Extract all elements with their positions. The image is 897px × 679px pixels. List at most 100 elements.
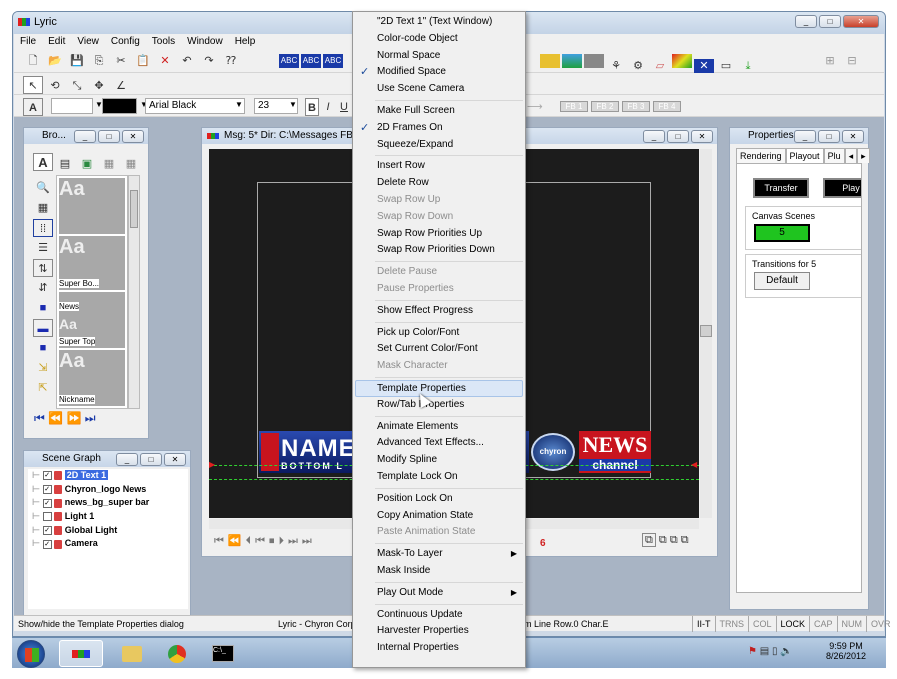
italic-button[interactable]: I (321, 98, 335, 116)
menu-item[interactable]: Swap Row Priorities Down (353, 242, 525, 259)
font-size-dropdown-icon[interactable]: ▼ (289, 100, 297, 109)
medium-square-icon[interactable]: ▬ (33, 319, 53, 337)
visibility-checkbox[interactable]: ✓ (42, 471, 52, 481)
canvas-close-button[interactable]: ✕ (691, 130, 713, 143)
thumbnail-1[interactable]: Aa (59, 178, 125, 234)
visibility-checkbox[interactable]: ✓ (42, 498, 52, 508)
rewind-icon[interactable]: ⏪ (228, 535, 246, 547)
thumbnail-nickname[interactable]: Aa Nickname (59, 350, 125, 406)
outline-color-picker[interactable] (102, 98, 137, 114)
menu-item[interactable]: Advanced Text Effects... (353, 435, 525, 452)
lock-icon[interactable] (53, 512, 62, 522)
tab-scroll-right-icon[interactable]: ▸ (857, 148, 870, 163)
large-square-icon[interactable]: ■ (33, 339, 53, 357)
font-dropdown-icon[interactable]: ▼ (235, 100, 243, 109)
network-tray-icon[interactable]: ▤ (760, 646, 769, 657)
browser-minimize-button[interactable]: _ (74, 130, 96, 143)
default-button[interactable]: Default (754, 272, 810, 290)
rotate-tool-icon[interactable]: ⟲ (45, 77, 65, 95)
menu-item[interactable]: ✓ 2D Frames On (353, 120, 525, 137)
text-style-icon-1[interactable]: ABC (279, 54, 299, 68)
thumbnail-super-bo[interactable]: Aa Super Bo... (59, 236, 125, 290)
menu-item[interactable]: Color-code Object (353, 31, 525, 48)
first-frame-icon[interactable]: ⏮ (214, 535, 228, 547)
menu-item[interactable]: Modify Spline (353, 452, 525, 469)
menu-item[interactable]: Normal Space (353, 48, 525, 65)
tab-playout[interactable]: Playout (785, 148, 824, 163)
properties-hscrollbar[interactable] (737, 592, 862, 593)
menu-edit[interactable]: Edit (42, 34, 71, 49)
menu-item[interactable]: ✓ Modified Space (353, 64, 525, 81)
text-style-icon-2[interactable]: ABC (301, 54, 321, 68)
scene-graph-close-button[interactable]: ✕ (164, 453, 186, 466)
taskbar-chrome[interactable] (158, 640, 196, 667)
import-icon[interactable]: ⇲ (33, 359, 53, 377)
taskbar-lyric[interactable] (59, 640, 103, 667)
menu-window[interactable]: Window (181, 34, 229, 49)
pointer-tool-icon[interactable]: ↖ (23, 76, 43, 94)
list-icon[interactable]: ☰ (33, 239, 53, 257)
first-page-icon[interactable]: ⏮ (34, 411, 45, 425)
play-button[interactable]: Play (823, 178, 861, 198)
text-tool-icon[interactable]: A (23, 98, 43, 116)
menu-item[interactable]: Insert Row (353, 158, 525, 175)
table-icon[interactable]: ▦ (33, 199, 53, 217)
list-view-icon[interactable]: ▦ (99, 155, 119, 173)
axis-tool-icon[interactable]: ∠ (111, 77, 131, 95)
menu-item[interactable]: Harvester Properties (353, 623, 525, 640)
underline-button[interactable]: U (337, 98, 351, 116)
scene-graph-item[interactable]: ⊢ ✓ Global Light (28, 524, 188, 538)
next-page-icon[interactable]: ⏩ (66, 411, 81, 425)
last-page-icon[interactable]: ⏭ (85, 411, 96, 425)
image-icon[interactable] (540, 54, 560, 68)
delete-icon[interactable]: ✕ (155, 52, 175, 70)
properties-close-button[interactable]: ✕ (842, 130, 864, 143)
taskbar-explorer[interactable] (112, 640, 150, 667)
volume-tray-icon[interactable]: 🔈 (780, 646, 792, 657)
tab-scroll-left-icon[interactable]: ◂ (844, 148, 858, 163)
menu-item[interactable]: Continuous Update (353, 607, 525, 624)
open-folder-icon[interactable]: 📂 (45, 52, 65, 70)
menu-item[interactable]: Show Effect Progress (353, 303, 525, 320)
visibility-checkbox[interactable]: ✓ (42, 484, 52, 494)
scene-graph-item[interactable]: ⊢ ✓ news_bg_super bar (28, 496, 188, 510)
menu-item[interactable]: Copy Animation State (353, 508, 525, 525)
font-select[interactable]: Arial Black (145, 98, 245, 114)
minimize-button[interactable]: _ (795, 15, 817, 28)
scene-graph-item[interactable]: ⊢ ✓ Camera (28, 537, 188, 551)
flag-tray-icon[interactable]: ⚑ (748, 646, 757, 657)
thumbnail-news-super-top[interactable]: News Aa Super Top (59, 292, 125, 348)
properties-minimize-button[interactable]: _ (794, 130, 816, 143)
menu-item[interactable]: Pick up Color/Font (353, 325, 525, 342)
prev-icon[interactable]: ⏮ (255, 535, 269, 547)
fb4-button[interactable]: FB 4 (653, 101, 681, 112)
redo-icon[interactable]: ↷ (199, 52, 219, 70)
lock-icon[interactable] (53, 471, 62, 481)
scene-graph-item[interactable]: ⊢ Light 1 (28, 510, 188, 524)
visibility-checkbox[interactable]: ✓ (42, 525, 52, 535)
close-button[interactable]: ✕ (843, 15, 879, 28)
menu-item[interactable]: Squeeze/Expand (353, 137, 525, 154)
fill-color-picker[interactable] (51, 98, 93, 114)
menu-file[interactable]: File (14, 34, 42, 49)
properties-maximize-button[interactable]: □ (818, 130, 840, 143)
menu-item[interactable]: Template Properties (355, 379, 523, 397)
paste-icon[interactable]: 📋 (133, 52, 153, 70)
menu-help[interactable]: Help (229, 34, 262, 49)
move-tool-icon[interactable]: ✥ (89, 77, 109, 95)
undo-icon[interactable]: ↶ (177, 52, 197, 70)
next-icon[interactable]: ⏭ (288, 535, 302, 547)
menu-item[interactable]: Position Lock On (353, 491, 525, 508)
copy-icon[interactable]: ⎘ (89, 52, 109, 70)
lock-icon[interactable] (53, 484, 62, 494)
small-square-icon[interactable]: ■ (33, 299, 53, 317)
menu-item[interactable]: Animate Elements (353, 419, 525, 436)
sort-icon[interactable]: ⇅ (33, 259, 53, 277)
browser-scrollbar[interactable] (128, 175, 140, 409)
fb2-button[interactable]: FB 2 (591, 101, 619, 112)
start-button[interactable] (17, 640, 45, 668)
browser-close-button[interactable]: ✕ (122, 130, 144, 143)
scene-graph-maximize-button[interactable]: □ (140, 453, 162, 466)
bold-button[interactable]: B (305, 98, 319, 116)
scene-graph-minimize-button[interactable]: _ (116, 453, 138, 466)
